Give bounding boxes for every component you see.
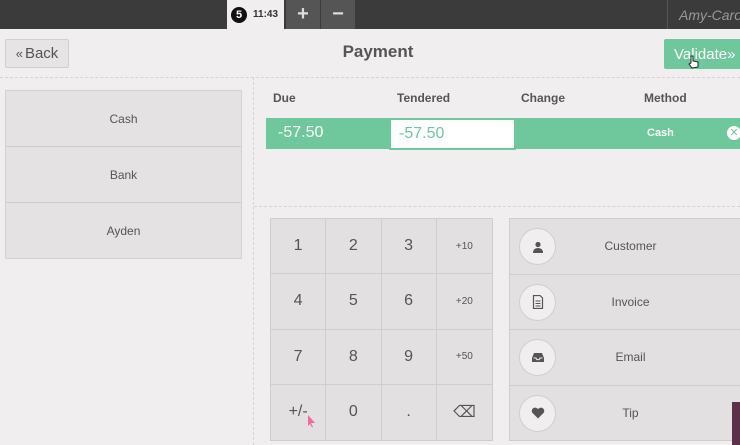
validate-button[interactable]: Validate » bbox=[664, 39, 740, 69]
order-number-badge: 5 bbox=[231, 6, 247, 23]
column-header-change: Change bbox=[521, 91, 566, 105]
order-time: 11:43 bbox=[253, 9, 279, 20]
numpad-key-9[interactable]: 9 bbox=[381, 329, 437, 385]
heart-icon bbox=[519, 394, 556, 432]
validate-label: Validate bbox=[674, 45, 728, 63]
numpad-key-7[interactable]: 7 bbox=[271, 329, 327, 385]
add-order-button[interactable]: + bbox=[286, 0, 320, 29]
background-panel-edge bbox=[732, 402, 740, 445]
back-label: Back bbox=[24, 45, 59, 62]
email-button[interactable]: Email bbox=[510, 330, 740, 386]
payment-method-cash[interactable]: Cash bbox=[6, 91, 241, 147]
customer-button[interactable]: Customer bbox=[510, 219, 740, 275]
top-bar: 5 11:43 + − Amy-Caro bbox=[0, 0, 740, 29]
content-divider bbox=[254, 206, 740, 207]
numpad-key-5[interactable]: 5 bbox=[326, 274, 382, 330]
delete-paymentline-icon[interactable]: ✕ bbox=[727, 126, 740, 140]
column-header-tendered: Tendered bbox=[397, 91, 451, 105]
document-icon bbox=[519, 283, 556, 321]
customer-label: Customer bbox=[604, 239, 657, 254]
remove-order-button[interactable]: − bbox=[321, 0, 355, 29]
column-header-due: Due bbox=[273, 91, 296, 105]
hand-cursor-icon bbox=[688, 55, 700, 72]
numpad-key-decimal[interactable]: . bbox=[382, 384, 437, 440]
numpad-key-plus10[interactable]: +10 bbox=[436, 219, 492, 275]
payment-methods-list: Cash Bank Ayden bbox=[5, 90, 242, 259]
numpad-key-6[interactable]: 6 bbox=[381, 274, 437, 330]
vertical-divider bbox=[253, 77, 254, 445]
numpad-key-8[interactable]: 8 bbox=[326, 329, 382, 385]
payment-method-bank[interactable]: Bank bbox=[6, 147, 241, 203]
backspace-icon[interactable]: ⌫ bbox=[437, 385, 492, 440]
numpad-key-3[interactable]: 3 bbox=[381, 219, 437, 275]
payment-actions: Customer Invoice Email Tip bbox=[509, 218, 740, 441]
paymentline-row[interactable]: -57.50 -57.50 Cash ✕ bbox=[266, 118, 740, 150]
tendered-input[interactable]: -57.50 bbox=[389, 118, 516, 150]
numpad-key-plus50[interactable]: +50 bbox=[436, 330, 492, 385]
double-chevron-left-icon: « bbox=[15, 46, 23, 61]
double-chevron-right-icon: » bbox=[727, 45, 736, 63]
user-name[interactable]: Amy-Caro bbox=[667, 0, 740, 29]
inbox-icon bbox=[519, 339, 556, 376]
invoice-label: Invoice bbox=[611, 294, 650, 309]
pointer-cursor-icon bbox=[306, 414, 318, 433]
order-tab[interactable]: 5 11:43 bbox=[227, 0, 284, 29]
email-label: Email bbox=[615, 350, 646, 365]
numpad-key-4[interactable]: 4 bbox=[271, 274, 327, 330]
invoice-button[interactable]: Invoice bbox=[510, 275, 740, 330]
numpad-key-plus20[interactable]: +20 bbox=[436, 274, 492, 330]
numpad-key-2[interactable]: 2 bbox=[326, 219, 382, 275]
payment-method-ayden[interactable]: Ayden bbox=[6, 203, 241, 259]
header-divider bbox=[0, 77, 740, 78]
numpad: 1 2 3 +10 4 5 6 +20 7 8 9 +50 +/- 0 . ⌫ bbox=[270, 218, 493, 441]
back-button[interactable]: « Back bbox=[5, 39, 69, 68]
page-title: Payment bbox=[342, 42, 414, 61]
paymentline-method: Cash bbox=[647, 127, 674, 139]
tip-button[interactable]: Tip bbox=[510, 386, 740, 442]
person-icon bbox=[519, 228, 556, 265]
numpad-key-1[interactable]: 1 bbox=[271, 219, 327, 275]
numpad-key-0[interactable]: 0 bbox=[326, 384, 382, 440]
paymentline-due: -57.50 bbox=[278, 124, 324, 141]
column-header-method: Method bbox=[644, 91, 687, 105]
tip-label: Tip bbox=[622, 406, 639, 421]
